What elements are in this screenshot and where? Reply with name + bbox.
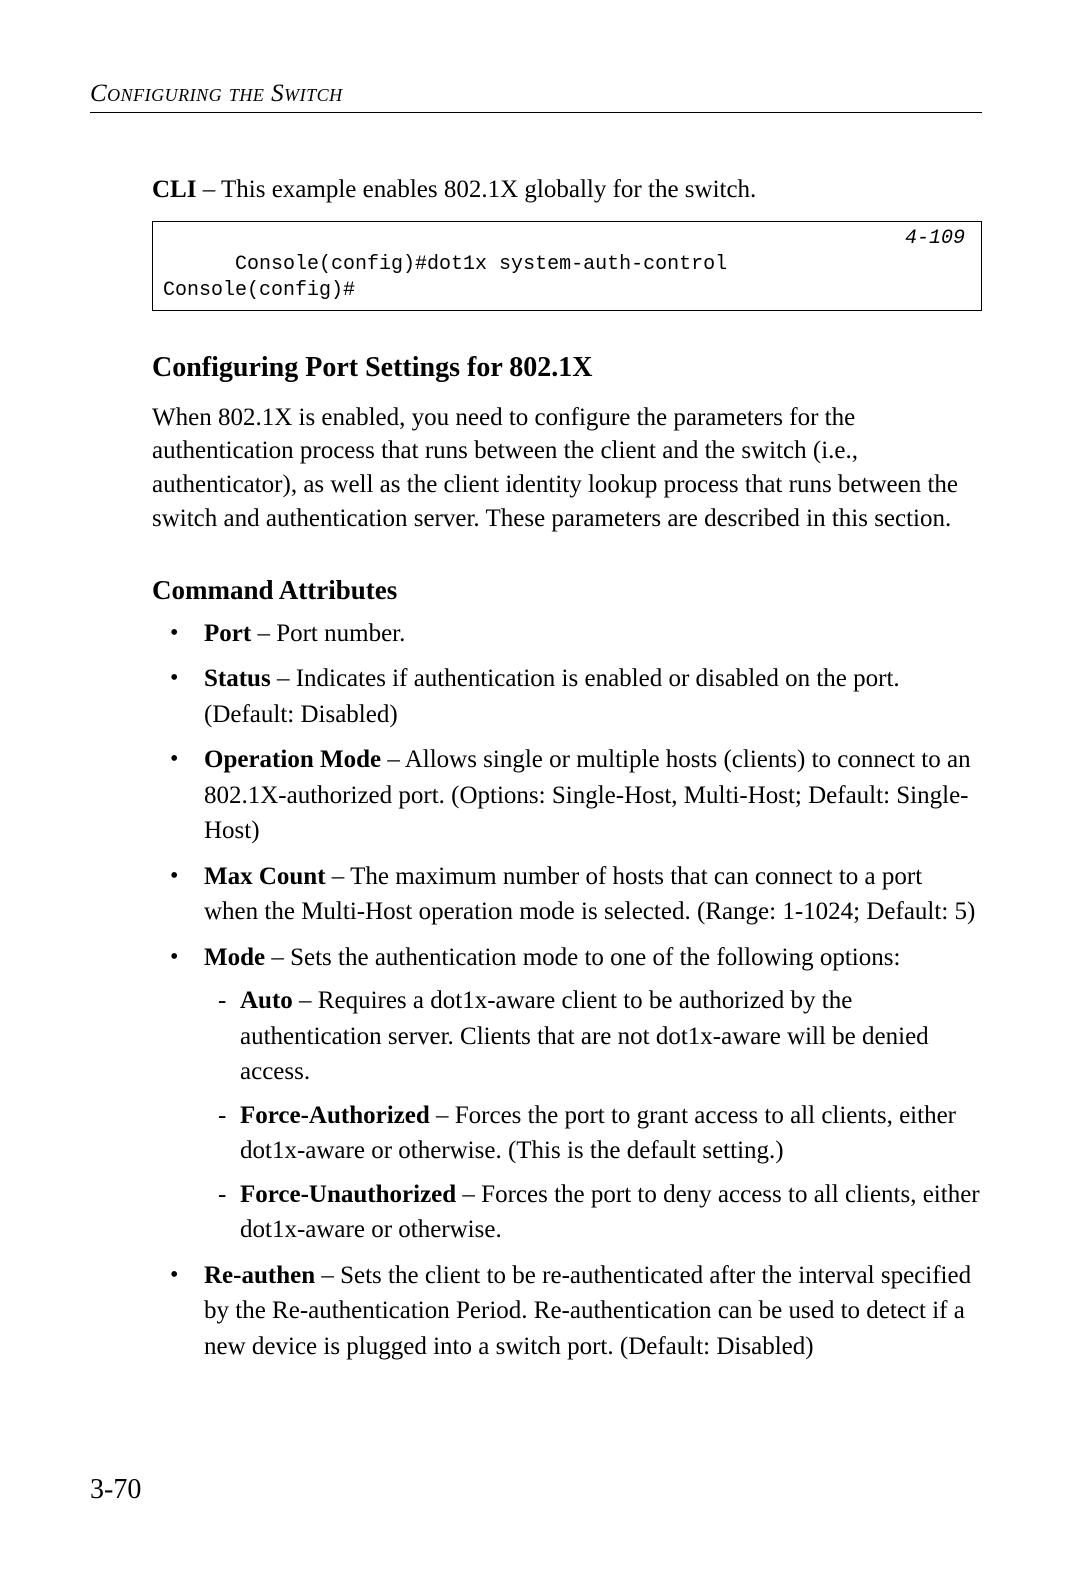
term-force-authorized: Force-Authorized bbox=[240, 1102, 430, 1129]
list-item: Force-Authorized – Forces the port to gr… bbox=[204, 1098, 982, 1169]
list-item: Re-authen – Sets the client to be re-aut… bbox=[152, 1258, 982, 1365]
desc-mode: – Sets the authentication mode to one of… bbox=[265, 944, 900, 971]
list-item: Status – Indicates if authentication is … bbox=[152, 661, 982, 732]
section-heading: Configuring Port Settings for 802.1X bbox=[152, 349, 982, 387]
section-paragraph: When 802.1X is enabled, you need to conf… bbox=[152, 401, 982, 536]
subsection-heading: Command Attributes bbox=[152, 572, 982, 608]
list-item: Operation Mode – Allows single or multip… bbox=[152, 742, 982, 849]
cli-label: CLI bbox=[152, 176, 196, 203]
term-max-count: Max Count bbox=[204, 863, 326, 890]
cli-intro-text: – This example enables 802.1X globally f… bbox=[196, 176, 756, 203]
code-line-2: Console(config)# bbox=[163, 279, 355, 302]
term-mode: Mode bbox=[204, 944, 265, 971]
attribute-list: Port – Port number. Status – Indicates i… bbox=[152, 616, 982, 1365]
desc-port: – Port number. bbox=[251, 620, 405, 647]
term-port: Port bbox=[204, 620, 251, 647]
term-operation-mode: Operation Mode bbox=[204, 746, 381, 773]
mode-options-list: Auto – Requires a dot1x-aware client to … bbox=[204, 983, 982, 1248]
code-line-1: Console(config)#dot1x system-auth-contro… bbox=[235, 253, 727, 276]
term-force-unauthorized: Force-Unauthorized bbox=[240, 1181, 456, 1208]
list-item: Auto – Requires a dot1x-aware client to … bbox=[204, 983, 982, 1090]
term-auto: Auto bbox=[240, 987, 293, 1014]
list-item: Mode – Sets the authentication mode to o… bbox=[152, 940, 982, 1248]
term-re-authen: Re-authen bbox=[204, 1262, 315, 1289]
list-item: Port – Port number. bbox=[152, 616, 982, 652]
desc-auto: – Requires a dot1x-aware client to be au… bbox=[240, 987, 929, 1085]
header-rule bbox=[90, 112, 982, 113]
term-status: Status bbox=[204, 665, 271, 692]
code-ref: 4-109 bbox=[905, 226, 965, 252]
list-item: Force-Unauthorized – Forces the port to … bbox=[204, 1177, 982, 1248]
list-item: Max Count – The maximum number of hosts … bbox=[152, 859, 982, 930]
code-example: 4-109 Console(config)#dot1x system-auth-c… bbox=[152, 221, 982, 311]
desc-status: – Indicates if authentication is enabled… bbox=[204, 665, 900, 728]
cli-intro: CLI – This example enables 802.1X global… bbox=[152, 173, 982, 207]
desc-re-authen: – Sets the client to be re-authenticated… bbox=[204, 1262, 971, 1360]
running-head: Configuring the Switch bbox=[90, 80, 982, 108]
page-number: 3-70 bbox=[90, 1474, 141, 1506]
